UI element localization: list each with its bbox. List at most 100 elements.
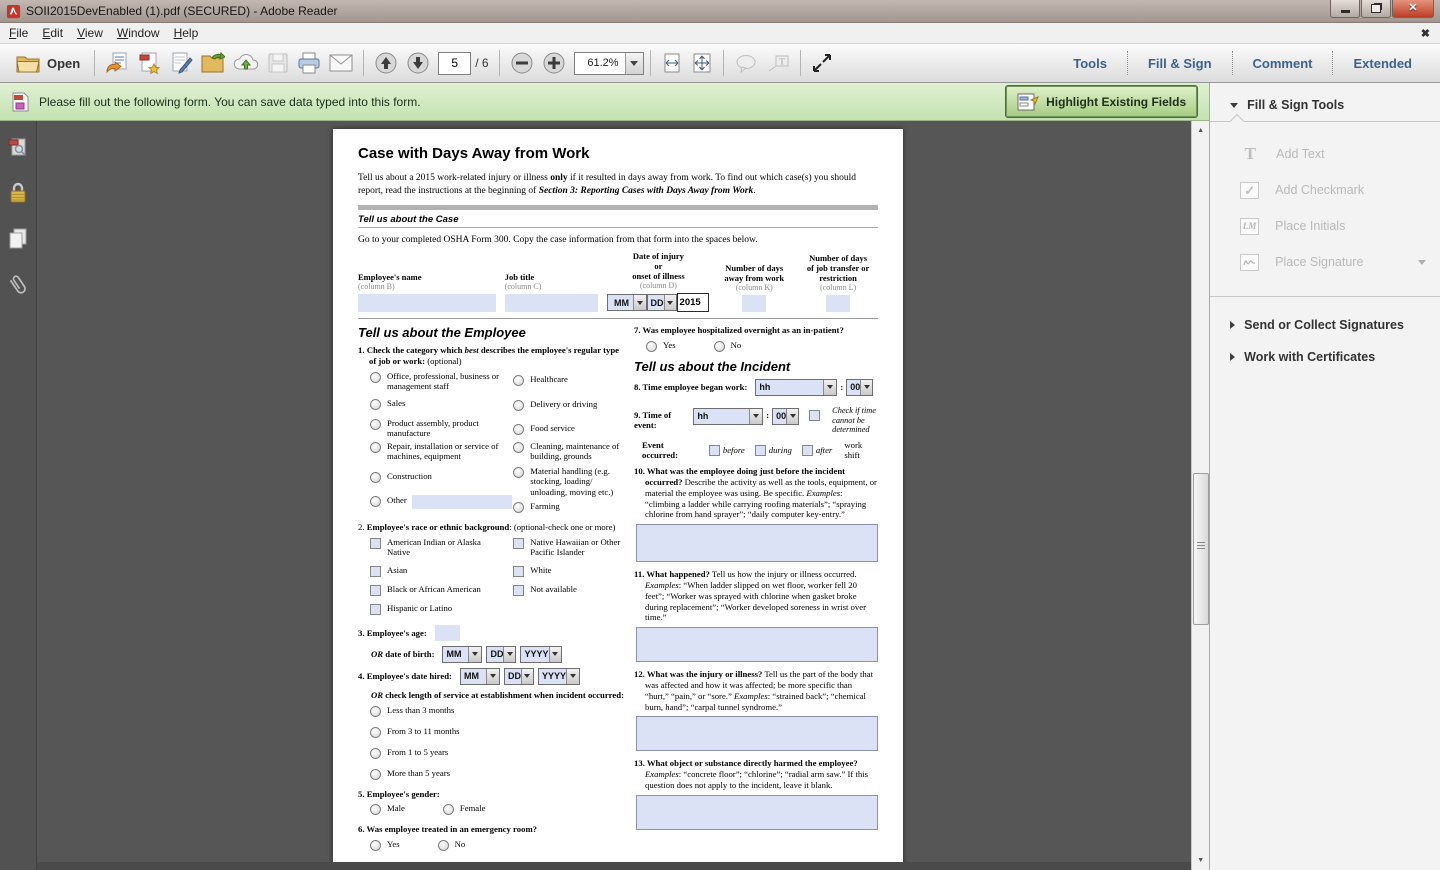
radio-button[interactable]: [513, 442, 524, 453]
radio-button[interactable]: [370, 769, 381, 780]
radio-button[interactable]: [370, 496, 381, 507]
hired-day-select[interactable]: DD: [504, 668, 534, 685]
radio-button[interactable]: [513, 502, 524, 513]
open-button[interactable]: Open: [8, 48, 88, 78]
previous-page-button[interactable]: [370, 48, 402, 78]
radio-button[interactable]: [646, 341, 657, 352]
radio-button[interactable]: [513, 400, 524, 411]
work-with-certificates-section[interactable]: Work with Certificates: [1210, 341, 1440, 373]
page-thumbnails-icon[interactable]: [7, 137, 29, 159]
injury-year-field[interactable]: 2015: [677, 293, 709, 312]
question-11-textarea[interactable]: [636, 627, 878, 662]
radio-button[interactable]: [513, 424, 524, 435]
birth-month-select[interactable]: MM: [442, 646, 482, 663]
radio-button[interactable]: [370, 442, 381, 453]
scroll-down-arrow[interactable]: ▼: [1192, 853, 1209, 868]
vertical-scrollbar[interactable]: ▲ ▼: [1191, 121, 1209, 870]
sign-document-button[interactable]: [165, 48, 197, 78]
checkbox[interactable]: [370, 604, 381, 615]
zoom-level-control[interactable]: 61.2%: [574, 52, 644, 75]
zoom-out-button[interactable]: [506, 48, 538, 78]
radio-button[interactable]: [370, 419, 381, 430]
question-13-textarea[interactable]: [636, 795, 878, 830]
radio-button[interactable]: [513, 467, 524, 478]
share-file-button[interactable]: [197, 48, 229, 78]
radio-button[interactable]: [370, 372, 381, 383]
zoom-in-button[interactable]: [538, 48, 570, 78]
radio-button[interactable]: [370, 472, 381, 483]
menu-edit[interactable]: Edit: [35, 24, 70, 42]
restore-button[interactable]: [1361, 0, 1391, 18]
security-lock-icon[interactable]: [8, 181, 28, 205]
fill-sign-tools-header[interactable]: Fill & Sign Tools: [1210, 83, 1440, 121]
began-work-hour-select[interactable]: hh: [755, 379, 837, 396]
radio-button[interactable]: [370, 840, 381, 851]
injury-day-select[interactable]: DD: [647, 294, 677, 311]
send-file-button[interactable]: [229, 48, 263, 78]
fit-page-button[interactable]: [687, 48, 717, 78]
radio-button[interactable]: [370, 399, 381, 410]
question-12-textarea[interactable]: [636, 716, 878, 751]
birth-day-select[interactable]: DD: [486, 646, 516, 663]
fullscreen-button[interactable]: [807, 48, 837, 78]
after-checkbox[interactable]: [802, 445, 813, 456]
page-number-input[interactable]: [438, 52, 471, 75]
began-work-minute-select[interactable]: 00: [846, 379, 873, 396]
tools-panel-link[interactable]: Tools: [1053, 56, 1127, 71]
before-checkbox[interactable]: [709, 445, 720, 456]
question-10-textarea[interactable]: [636, 524, 878, 562]
time-undetermined-checkbox[interactable]: [809, 410, 820, 421]
attachments-paperclip-icon[interactable]: [2, 270, 33, 303]
hired-year-select[interactable]: YYYY: [538, 668, 580, 685]
checkbox[interactable]: [370, 538, 381, 549]
radio-button[interactable]: [370, 706, 381, 717]
pages-icon[interactable]: [7, 227, 29, 251]
checkbox[interactable]: [513, 585, 524, 596]
radio-button[interactable]: [513, 375, 524, 386]
menubar-close-icon[interactable]: ✖: [1421, 27, 1430, 40]
menu-window[interactable]: Window: [110, 24, 167, 42]
radio-button[interactable]: [438, 840, 449, 851]
checkbox[interactable]: [513, 566, 524, 577]
export-pdf-button[interactable]: [101, 48, 133, 78]
radio-button[interactable]: [443, 804, 454, 815]
birth-year-select[interactable]: YYYY: [520, 646, 562, 663]
horizontal-scrollbar[interactable]: [37, 862, 1192, 870]
job-title-field[interactable]: [505, 294, 598, 312]
checkbox[interactable]: [513, 538, 524, 549]
print-button[interactable]: [293, 48, 325, 78]
days-away-field[interactable]: [742, 295, 766, 312]
zoom-dropdown-button[interactable]: [625, 53, 643, 74]
employee-age-field[interactable]: [435, 625, 460, 641]
radio-button[interactable]: [370, 727, 381, 738]
menu-view[interactable]: View: [70, 24, 110, 42]
menu-help[interactable]: Help: [167, 24, 206, 42]
fill-sign-panel-link[interactable]: Fill & Sign: [1128, 56, 1232, 71]
radio-button[interactable]: [714, 341, 725, 352]
event-hour-select[interactable]: hh: [693, 408, 763, 425]
during-checkbox[interactable]: [755, 445, 766, 456]
create-pdf-button[interactable]: [133, 48, 165, 78]
other-category-field[interactable]: [412, 495, 512, 509]
close-button[interactable]: ✕: [1392, 0, 1434, 18]
checkbox[interactable]: [370, 566, 381, 577]
minimize-button[interactable]: [1330, 0, 1360, 18]
highlight-existing-fields-button[interactable]: Highlight Existing Fields: [1006, 86, 1197, 117]
comment-panel-link[interactable]: Comment: [1233, 56, 1333, 71]
scrollbar-thumb[interactable]: [1193, 473, 1209, 625]
job-transfer-field[interactable]: [826, 295, 850, 312]
extended-panel-link[interactable]: Extended: [1333, 56, 1432, 71]
email-button[interactable]: [325, 48, 357, 78]
radio-button[interactable]: [370, 804, 381, 815]
checkbox[interactable]: [370, 585, 381, 596]
next-page-button[interactable]: [402, 48, 434, 78]
menu-file[interactable]: File: [2, 24, 35, 42]
fit-width-button[interactable]: [657, 48, 687, 78]
hired-month-select[interactable]: MM: [460, 668, 500, 685]
injury-month-select[interactable]: MM: [607, 294, 647, 311]
radio-button[interactable]: [370, 748, 381, 759]
scroll-up-arrow[interactable]: ▲: [1192, 123, 1209, 138]
event-minute-select[interactable]: 00: [772, 408, 799, 425]
send-collect-signatures-section[interactable]: Send or Collect Signatures: [1210, 309, 1440, 341]
employee-name-field[interactable]: [358, 294, 496, 312]
